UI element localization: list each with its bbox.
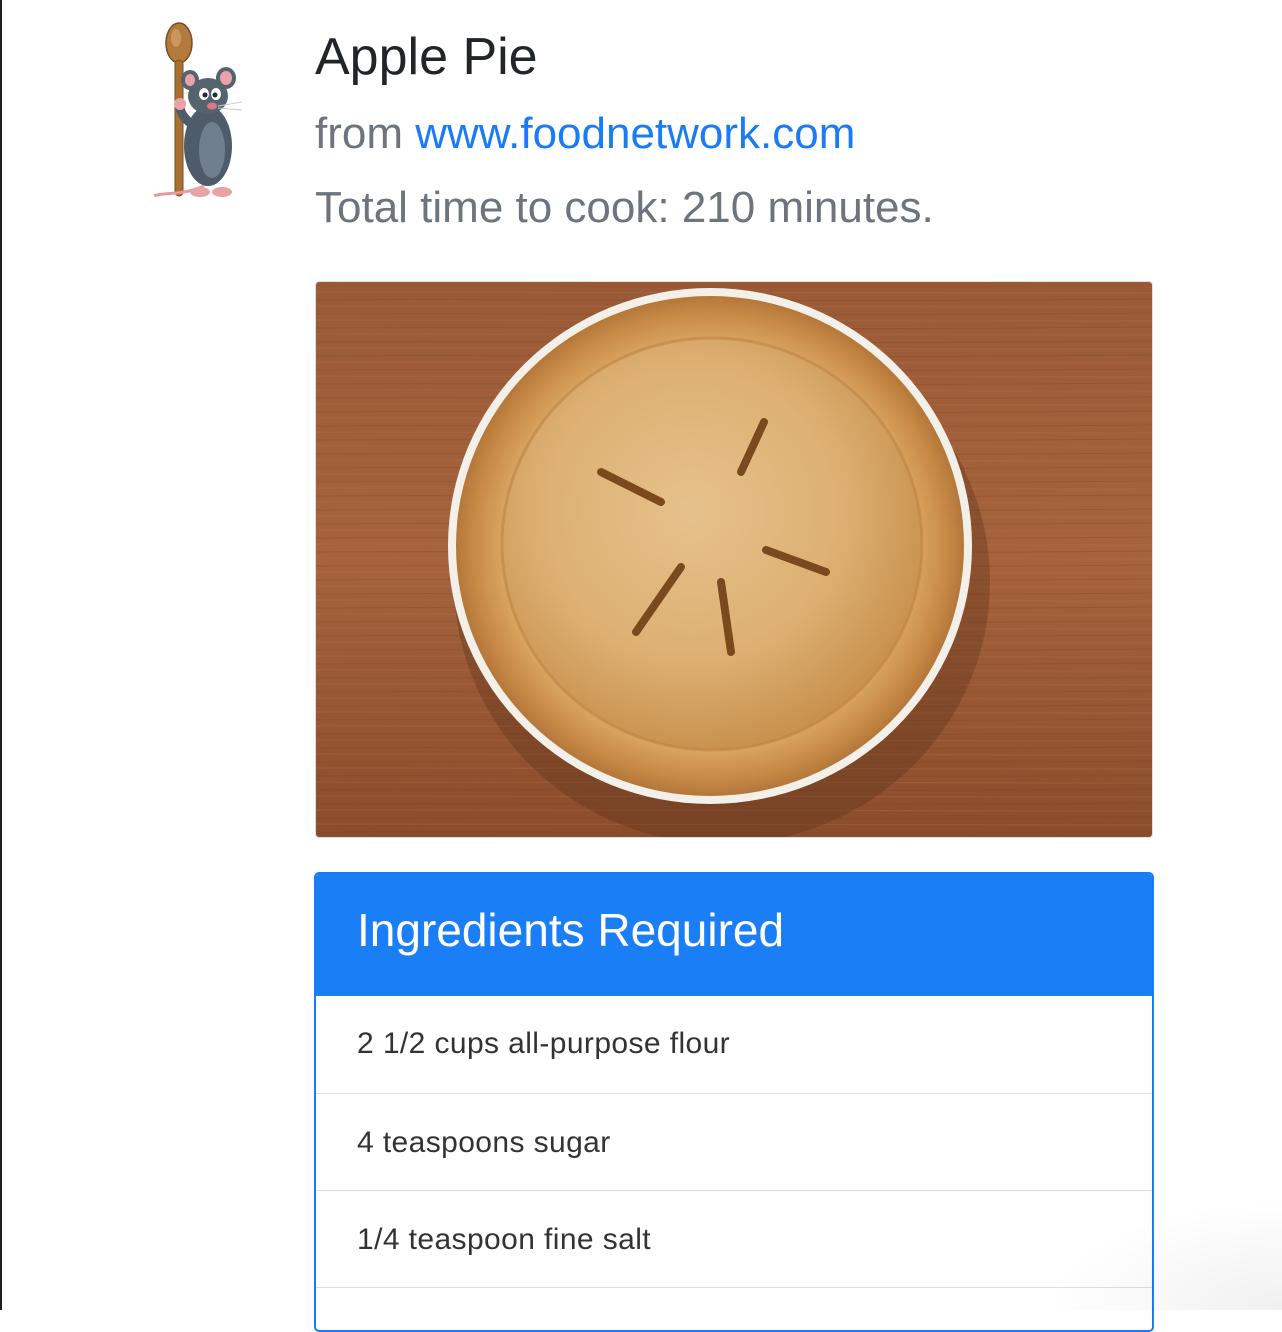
ingredients-list: 2 1/2 cups all-purpose flour 4 teaspoons… xyxy=(316,996,1152,1330)
recipe-source-line: from www.foodnetwork.com xyxy=(315,102,855,166)
ingredient-item: 4 teaspoons sugar xyxy=(316,1094,1152,1191)
source-prefix: from xyxy=(315,109,416,158)
total-cook-time: Total time to cook: 210 minutes. xyxy=(315,183,934,232)
apple-pie-image xyxy=(316,282,1152,837)
source-link[interactable]: www.foodnetwork.com xyxy=(415,109,855,158)
ingredients-card: Ingredients Required 2 1/2 cups all-purp… xyxy=(314,872,1154,1332)
recipe-title: Apple Pie xyxy=(315,28,538,86)
ingredients-card-header: Ingredients Required xyxy=(316,874,1152,996)
ingredient-item xyxy=(316,1288,1152,1330)
page-frame: Apple Pie from www.foodnetwork.com Total… xyxy=(0,0,1282,1332)
recipe-photo xyxy=(315,281,1153,838)
chef-rat-mascot-image xyxy=(153,22,243,198)
ingredient-item: 2 1/2 cups all-purpose flour xyxy=(316,996,1152,1094)
ingredient-item: 1/4 teaspoon fine salt xyxy=(316,1191,1152,1288)
